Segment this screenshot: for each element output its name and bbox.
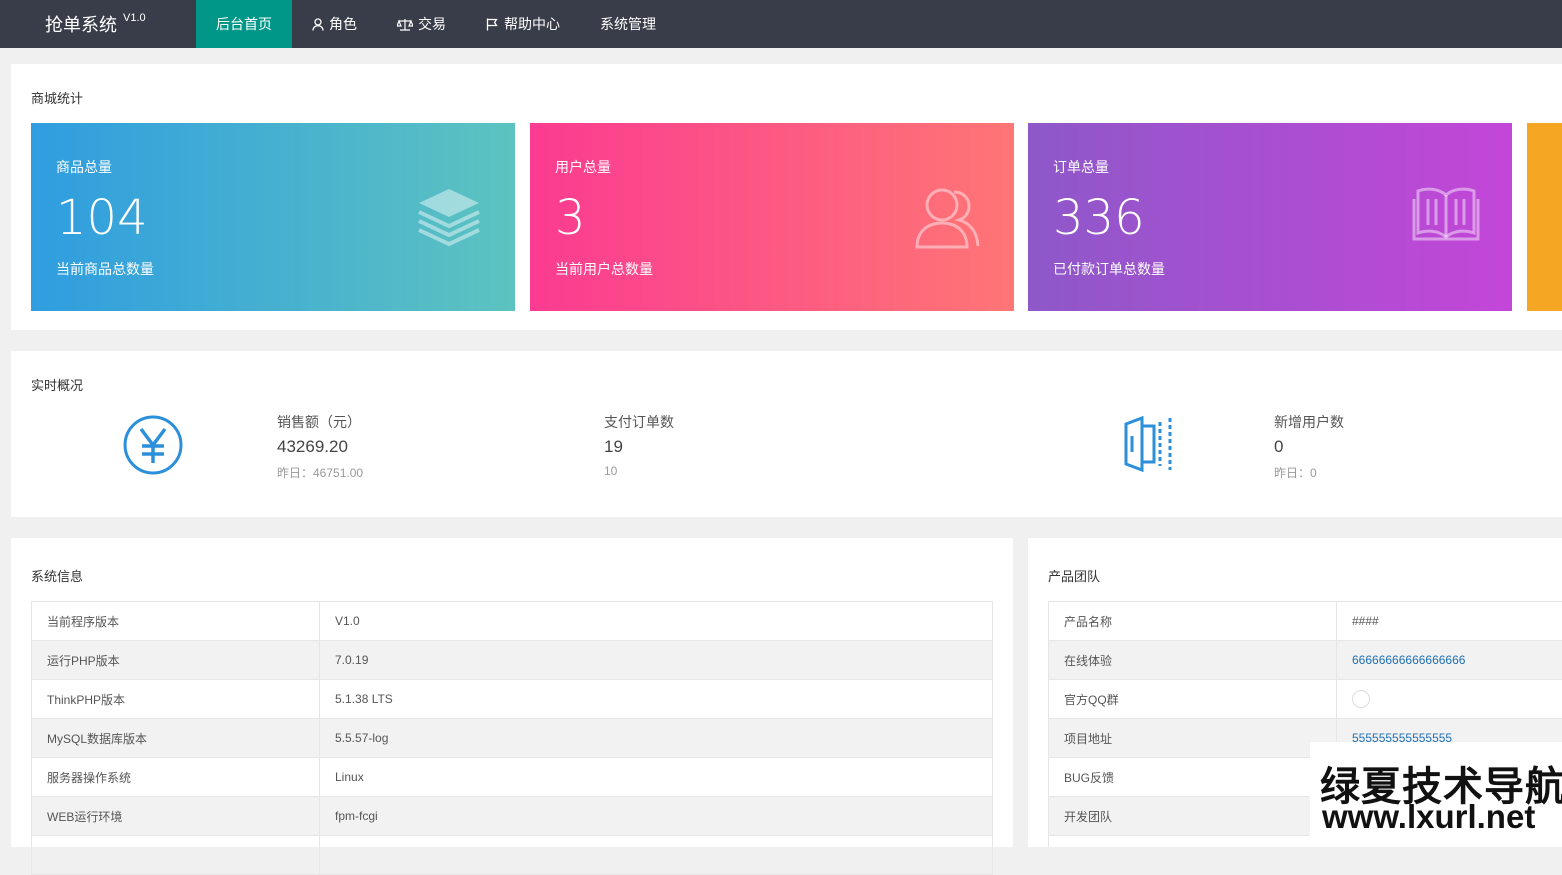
user-icon xyxy=(312,18,324,31)
table-row: WEB运行环境fpm-fcgi xyxy=(32,797,993,836)
table-row: ThinkPHP版本5.1.38 LTS xyxy=(32,680,993,719)
new-users-yesterday: 昨日：0 xyxy=(1274,464,1344,481)
row-value: fpm-fcgi xyxy=(320,797,993,836)
table-row: 官方QQ群 xyxy=(1049,680,1562,719)
orders-stat: 支付订单数 19 10 xyxy=(604,412,674,478)
scale-icon xyxy=(397,18,413,31)
card-products-label: 商品总量 xyxy=(56,157,112,177)
row-key: WEB运行环境 xyxy=(32,797,320,836)
card-products[interactable]: 商品总量 104 当前商品总数量 xyxy=(31,123,515,311)
yen-icon xyxy=(122,414,184,476)
card-orders-label: 订单总量 xyxy=(1053,157,1109,177)
row-key: 当前程序版本 xyxy=(32,602,320,641)
table-row xyxy=(32,836,993,875)
row-key: 开发团队 xyxy=(1049,797,1337,836)
sales-label: 销售额（元） xyxy=(277,412,363,432)
row-key: 官方QQ群 xyxy=(1049,680,1337,719)
realtime-title: 实时概况 xyxy=(31,375,83,394)
row-key: 项目地址 xyxy=(1049,719,1337,758)
nav-role[interactable]: 角色 xyxy=(292,0,377,48)
door-icon xyxy=(1124,416,1176,472)
app-logo[interactable]: 抢单系统 V1.0 xyxy=(45,11,146,37)
row-value: 5.1.38 LTS xyxy=(320,680,993,719)
row-key: 在线体验 xyxy=(1049,641,1337,680)
shop-stats-title: 商城统计 xyxy=(31,88,83,107)
new-users-value: 0 xyxy=(1274,437,1344,457)
nav-help-label: 帮助中心 xyxy=(504,0,560,48)
orders-label: 支付订单数 xyxy=(604,412,674,432)
system-info-table: 当前程序版本V1.0 运行PHP版本7.0.19 ThinkPHP版本5.1.3… xyxy=(31,601,993,875)
table-row: 产品名称#### xyxy=(1049,602,1562,641)
app-version: V1.0 xyxy=(123,12,146,24)
main-nav: 后台首页 角色 交易 帮助中心 系统管理 xyxy=(196,0,676,48)
table-row: 运行PHP版本7.0.19 xyxy=(32,641,993,680)
table-row: 当前程序版本V1.0 xyxy=(32,602,993,641)
new-users-label: 新增用户数 xyxy=(1274,412,1344,432)
row-value: Linux xyxy=(320,758,993,797)
row-value: V1.0 xyxy=(320,602,993,641)
product-team-title: 产品团队 xyxy=(1048,566,1100,585)
table-row: 在线体验 66666666666666666 xyxy=(1049,641,1562,680)
nav-home-label: 后台首页 xyxy=(216,0,272,48)
card-orders[interactable]: 订单总量 336 已付款订单总数量 xyxy=(1028,123,1512,311)
row-key: 运行PHP版本 xyxy=(32,641,320,680)
realtime-panel: 实时概况 销售额（元） 43269.20 昨日：46751.00 支付订单数 1… xyxy=(11,351,1562,517)
row-key: MySQL数据库版本 xyxy=(32,719,320,758)
row-value: 5.5.57-log xyxy=(320,719,993,758)
card-orders-value: 336 xyxy=(1053,189,1145,247)
row-key: ThinkPHP版本 xyxy=(32,680,320,719)
qq-group-icon[interactable] xyxy=(1352,690,1370,708)
watermark-line2: www.lxurl.net xyxy=(1322,798,1535,836)
orders-yesterday: 10 xyxy=(604,464,674,478)
nav-trade[interactable]: 交易 xyxy=(377,0,466,48)
top-navbar: 抢单系统 V1.0 后台首页 角色 交易 帮助中心 系统管理 xyxy=(0,0,1562,48)
card-users-sub: 当前用户总数量 xyxy=(555,259,653,279)
row-key: BUG反馈 xyxy=(1049,758,1337,797)
shop-stats-panel: 商城统计 商品总量 104 当前商品总数量 用户总量 3 当前用户总数量 订单总… xyxy=(11,64,1562,330)
card-users-value: 3 xyxy=(555,189,586,247)
row-value: #### xyxy=(1337,602,1562,641)
card-products-sub: 当前商品总数量 xyxy=(56,259,154,279)
row-key: 服务器操作系统 xyxy=(32,758,320,797)
users-icon xyxy=(914,185,982,249)
nav-help[interactable]: 帮助中心 xyxy=(466,0,580,48)
layers-icon xyxy=(415,185,483,247)
orders-value: 19 xyxy=(604,437,674,457)
watermark: 绿夏技术导航 www.lxurl.net xyxy=(1310,742,1562,847)
book-icon xyxy=(1412,185,1480,243)
nav-home[interactable]: 后台首页 xyxy=(196,0,292,48)
sales-stat: 销售额（元） 43269.20 昨日：46751.00 xyxy=(277,412,363,481)
nav-system-label: 系统管理 xyxy=(600,0,656,48)
nav-trade-label: 交易 xyxy=(418,0,446,48)
card-partial[interactable] xyxy=(1527,123,1562,311)
table-row: 服务器操作系统Linux xyxy=(32,758,993,797)
system-info-panel: 系统信息 当前程序版本V1.0 运行PHP版本7.0.19 ThinkPHP版本… xyxy=(11,538,1013,847)
card-orders-sub: 已付款订单总数量 xyxy=(1053,259,1165,279)
card-users[interactable]: 用户总量 3 当前用户总数量 xyxy=(530,123,1014,311)
sales-value: 43269.20 xyxy=(277,437,363,457)
row-key: 产品名称 xyxy=(1049,602,1337,641)
nav-system[interactable]: 系统管理 xyxy=(580,0,676,48)
sales-yesterday: 昨日：46751.00 xyxy=(277,464,363,481)
table-row: MySQL数据库版本5.5.57-log xyxy=(32,719,993,758)
card-users-label: 用户总量 xyxy=(555,157,611,177)
flag-icon xyxy=(486,18,499,31)
system-info-title: 系统信息 xyxy=(31,566,83,585)
card-products-value: 104 xyxy=(56,189,148,247)
nav-role-label: 角色 xyxy=(329,0,357,48)
app-title: 抢单系统 xyxy=(45,15,117,35)
row-value: 7.0.19 xyxy=(320,641,993,680)
new-users-stat: 新增用户数 0 昨日：0 xyxy=(1274,412,1344,481)
online-demo-link[interactable]: 66666666666666666 xyxy=(1352,653,1465,667)
